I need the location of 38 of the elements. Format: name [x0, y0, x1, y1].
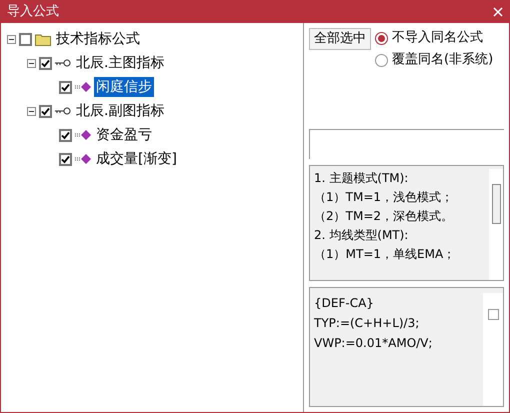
folder-icon — [35, 32, 51, 46]
checkbox[interactable] — [59, 152, 72, 166]
code-line: {DEF-CA} — [314, 295, 375, 312]
checkbox[interactable] — [39, 104, 52, 118]
select-all-button[interactable]: 全部选中 — [309, 28, 371, 50]
radio-label: 不导入同名公式 — [392, 29, 483, 48]
tree-item[interactable]: 北辰.副图指标 — [74, 101, 166, 121]
description-line: 1. 主题模式(TM): — [314, 170, 410, 187]
checkbox[interactable] — [59, 128, 72, 142]
expander-icon[interactable] — [7, 34, 16, 44]
description-line: （1）MT=1，单线EMA； — [314, 246, 456, 263]
checkbox[interactable] — [19, 32, 32, 46]
radio-button[interactable] — [375, 54, 388, 66]
tree-item[interactable]: 北辰.主图指标 — [74, 53, 166, 73]
key-icon — [55, 107, 71, 115]
tree-item[interactable]: 成交量[渐变] — [94, 149, 179, 169]
checkbox[interactable] — [59, 80, 72, 94]
checkbox[interactable] — [39, 56, 52, 70]
radio-label: 覆盖同名(非系统) — [392, 51, 494, 70]
description-line: （2）TM=2，深色模式。 — [314, 208, 454, 225]
diamond-icon — [75, 82, 91, 92]
description-line: （1）TM=1，浅色模式； — [314, 189, 454, 206]
key-icon — [55, 59, 71, 67]
expander-icon[interactable] — [27, 58, 36, 68]
checkbox[interactable] — [488, 309, 498, 320]
tree-item[interactable]: 技术指标公式 — [54, 29, 142, 49]
radio-button[interactable] — [375, 32, 388, 44]
expander-icon[interactable] — [27, 106, 36, 116]
code-line: TYP:=(C+H+L)/3; — [314, 315, 420, 332]
scrollbar-thumb[interactable] — [492, 184, 500, 224]
diamond-icon — [75, 154, 91, 164]
tree-item[interactable]: 资金盈亏 — [94, 125, 154, 145]
diamond-icon — [75, 130, 91, 140]
tree-item[interactable]: 闲庭信步 — [94, 77, 154, 97]
code-line: VWP:=0.01*AMO/V; — [314, 335, 434, 352]
close-icon[interactable] — [493, 7, 503, 17]
description-line: 2. 均线类型(MT): — [314, 227, 410, 244]
window-title: 导入公式 — [7, 3, 59, 22]
